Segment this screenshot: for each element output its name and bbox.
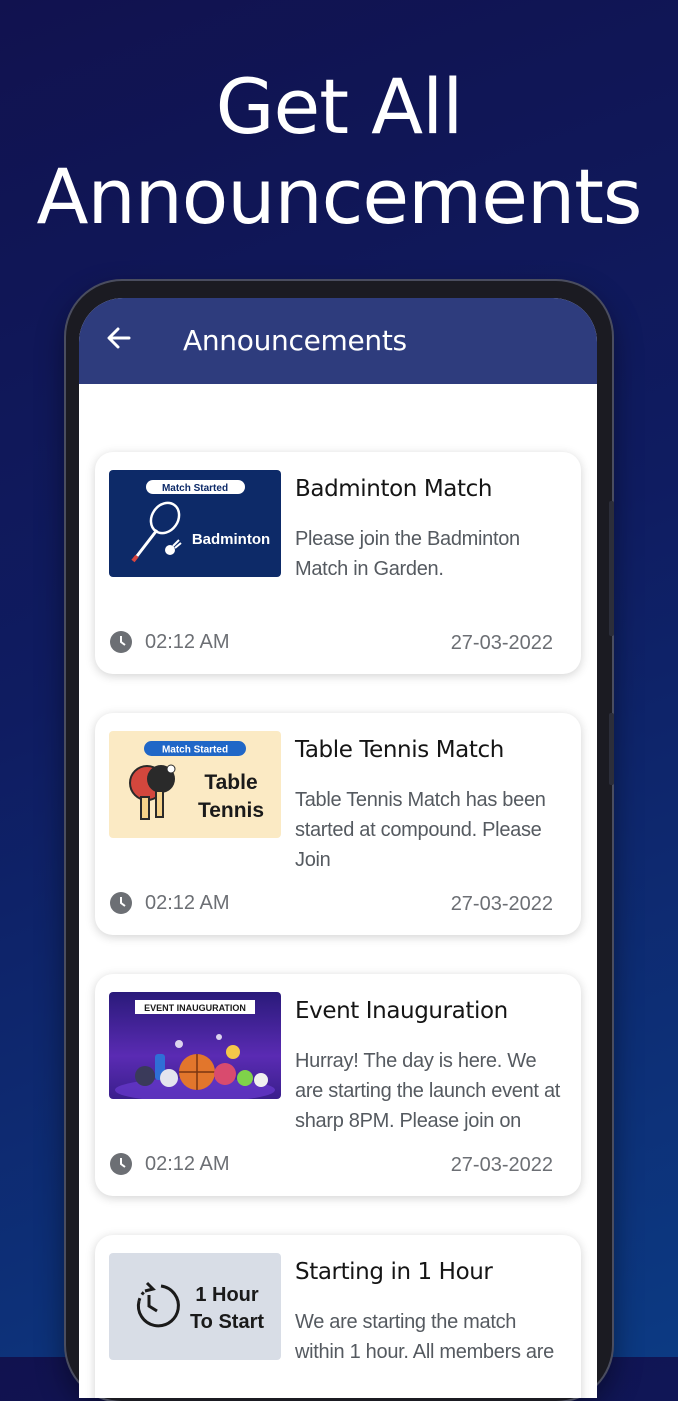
headline: Get All Announcements bbox=[0, 62, 678, 242]
headline-line-1: Get All bbox=[215, 62, 464, 151]
thumb-badge: Match Started bbox=[162, 483, 228, 494]
clock-icon bbox=[110, 631, 132, 653]
announcement-body: Please join the Badminton Match in Garde… bbox=[295, 528, 520, 580]
announcement-time: 02:12 AM bbox=[109, 891, 230, 915]
date-label: 27-03-2022 bbox=[450, 1154, 553, 1176]
phone-side-button bbox=[609, 501, 614, 636]
announcement-time: 02:12 AM bbox=[109, 630, 230, 654]
back-arrow-icon[interactable] bbox=[105, 324, 133, 352]
thumb-badge: Match Started bbox=[162, 745, 228, 756]
time-label: 02:12 AM bbox=[145, 1152, 230, 1175]
announcement-title: Badminton Match bbox=[295, 476, 493, 502]
thumb-label-2: Tennis bbox=[198, 799, 264, 822]
phone-side-button bbox=[609, 713, 614, 785]
badminton-thumbnail: Match Started Badminton bbox=[109, 470, 281, 577]
announcement-body: We are starting the match within 1 hour.… bbox=[295, 1311, 554, 1363]
announcement-time: 02:12 AM bbox=[109, 1152, 230, 1176]
phone-frame: Announcements Match Started Badminton Ba… bbox=[66, 281, 614, 1401]
announcement-card[interactable]: EVENT INAUGURATION Event Inauguration Hu… bbox=[95, 974, 581, 1196]
table-tennis-thumbnail: Match Started Table Tennis bbox=[109, 731, 281, 838]
time-label: 02:12 AM bbox=[145, 891, 230, 914]
page-title: Announcements bbox=[183, 324, 407, 357]
time-label: 02:12 AM bbox=[145, 630, 230, 653]
event-thumbnail: EVENT INAUGURATION bbox=[109, 992, 281, 1099]
announcement-card[interactable]: Match Started Badminton Badminton Match … bbox=[95, 452, 581, 674]
date-label: 27-03-2022 bbox=[450, 893, 553, 915]
thumb-label-1: 1 Hour bbox=[195, 1284, 259, 1306]
announcement-card[interactable]: Match Started Table Tennis Table Tennis … bbox=[95, 713, 581, 935]
phone-screen: Announcements Match Started Badminton Ba… bbox=[79, 298, 597, 1398]
clock-icon bbox=[110, 892, 132, 914]
announcement-body: Table Tennis Match has been started at c… bbox=[295, 789, 546, 871]
announcement-body: Hurray! The day is here. We are starting… bbox=[295, 1050, 561, 1132]
announcement-title: Starting in 1 Hour bbox=[295, 1259, 493, 1285]
thumb-badge: EVENT INAUGURATION bbox=[144, 1003, 246, 1013]
thumb-label-1: Table bbox=[204, 771, 257, 794]
one-hour-thumbnail: 1 Hour To Start bbox=[109, 1253, 281, 1360]
announcement-card[interactable]: 1 Hour To Start Starting in 1 Hour We ar… bbox=[95, 1235, 581, 1398]
date-label: 27-03-2022 bbox=[450, 632, 553, 654]
headline-line-2: Announcements bbox=[36, 152, 642, 241]
announcement-title: Table Tennis Match bbox=[295, 737, 504, 763]
thumb-label-2: To Start bbox=[190, 1311, 264, 1333]
thumb-label: Badminton bbox=[192, 531, 270, 548]
app-bar: Announcements bbox=[79, 298, 597, 384]
announcement-title: Event Inauguration bbox=[295, 998, 508, 1024]
clock-icon bbox=[110, 1153, 132, 1175]
